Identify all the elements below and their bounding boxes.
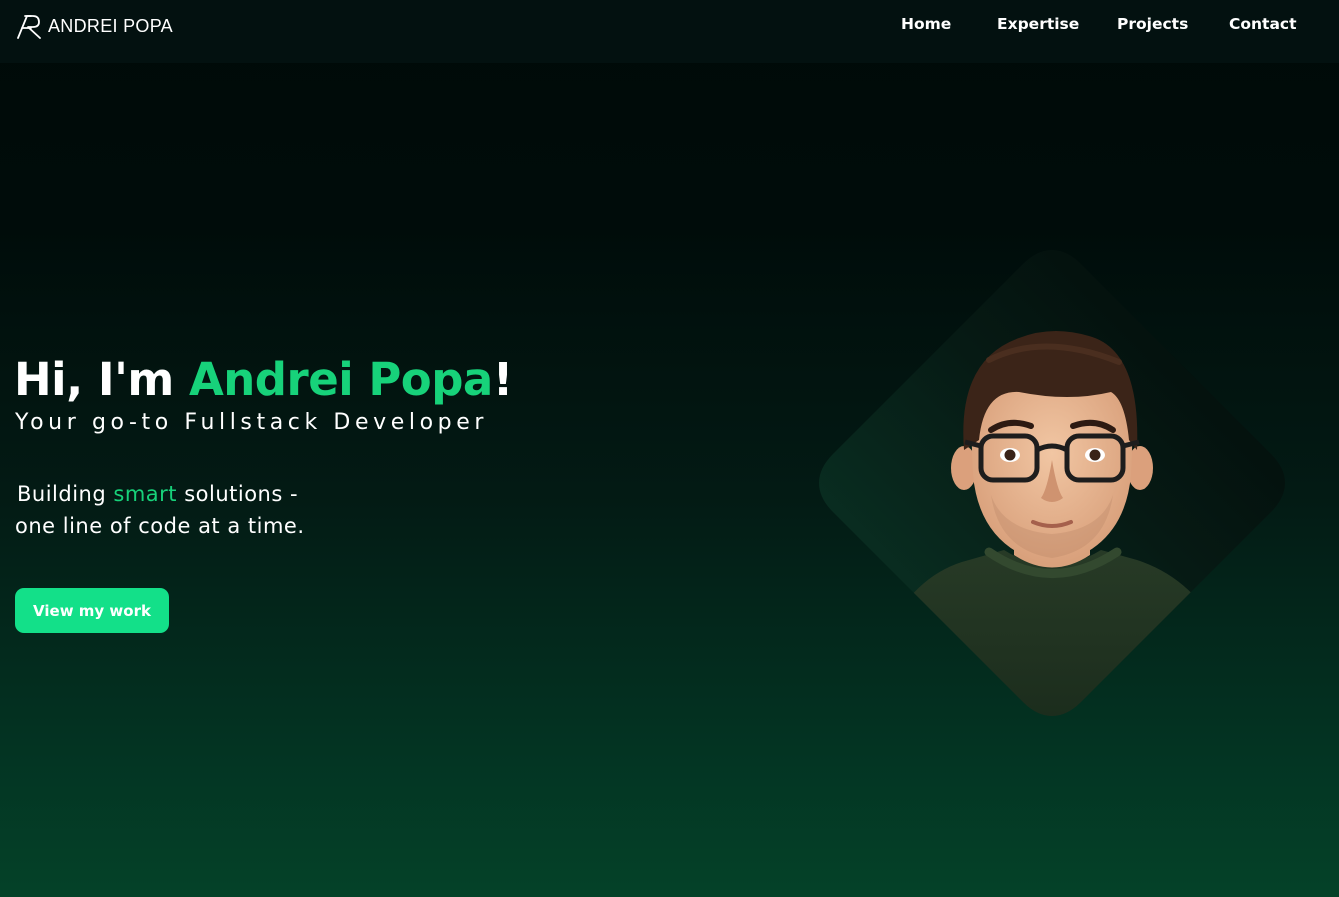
developer-avatar-icon <box>819 250 1285 716</box>
tagline-line-2: one line of code at a time. <box>15 514 305 538</box>
hero-exclaim: ! <box>492 353 514 406</box>
hero-tagline: Building smart solutions - one line of c… <box>15 478 305 542</box>
tagline-before: Building <box>17 482 114 506</box>
nav-link-contact[interactable]: Contact <box>1229 15 1297 33</box>
hero-portrait <box>819 250 1285 716</box>
hero-name: Andrei Popa <box>188 353 493 406</box>
nav-link-expertise[interactable]: Expertise <box>997 15 1079 33</box>
brand-link[interactable]: ANDREI POPA <box>16 13 173 39</box>
tagline-after: solutions - <box>177 482 299 506</box>
nav-link-projects[interactable]: Projects <box>1117 15 1188 33</box>
ap-monogram-icon <box>17 15 41 39</box>
hero-title: Hi, I'm Andrei Popa! <box>14 352 513 408</box>
hero-greeting: Hi, I'm <box>14 353 189 406</box>
view-my-work-button[interactable]: View my work <box>15 588 169 633</box>
brand-name: ANDREI POPA <box>48 15 173 36</box>
navbar: ANDREI POPA Home Expertise Projects Cont… <box>0 0 1339 63</box>
tagline-line-1: Building smart solutions - <box>15 478 305 510</box>
tagline-accent: smart <box>113 482 178 506</box>
nav-link-home[interactable]: Home <box>901 15 951 33</box>
hero-subtitle: Your go-to Fullstack Developer <box>15 410 488 435</box>
